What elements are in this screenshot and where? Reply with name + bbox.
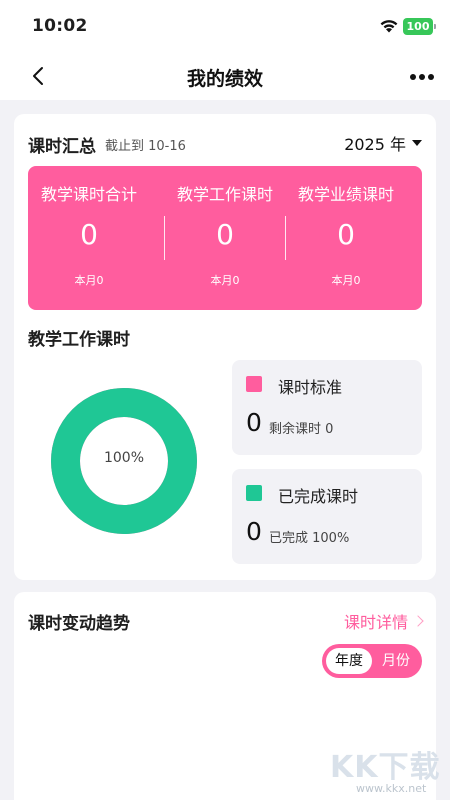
summary-title: 课时汇总: [28, 137, 96, 157]
stat-value: 0: [337, 218, 355, 251]
status-bar: 10:02 100: [0, 0, 450, 52]
legend-name: 课时标准: [278, 378, 343, 397]
pink-swatch-icon: [246, 376, 262, 392]
page-title: 我的绩效: [186, 68, 263, 90]
trend-title: 课时变动趋势: [28, 614, 130, 634]
stat-label: 教学工作课时: [176, 185, 273, 204]
period-toggle[interactable]: 年度 月份: [322, 644, 422, 678]
status-time: 10:02: [32, 16, 88, 36]
stat-total: 教学课时合计 0 本月0: [28, 166, 150, 310]
toggle-month[interactable]: 月份: [374, 648, 418, 674]
summary-date: 截止到 10-16: [105, 139, 186, 154]
year-selector[interactable]: 2025 年: [344, 131, 422, 155]
legend-name: 已完成课时: [278, 487, 359, 506]
legend-completed-hours: 已完成课时 0 已完成 100%: [232, 469, 422, 564]
year-value: 2025 年: [344, 135, 406, 154]
donut-percent-label: 100%: [103, 450, 145, 466]
wifi-icon: [380, 20, 398, 33]
watermark-logo: KK下载 www.kkx.net: [330, 742, 450, 800]
stat-value: 0: [216, 218, 234, 251]
legend-note: 已完成 100%: [269, 531, 350, 546]
legend-note: 剩余课时 0: [269, 422, 334, 437]
battery-indicator: 100: [403, 18, 436, 35]
legend-number: 0: [246, 408, 262, 437]
caret-down-icon: [412, 140, 422, 146]
stats-panel: 教学课时合计 0 本月0 教学工作课时 0 本月0 教学业绩课时 0 本月0: [28, 166, 422, 310]
stat-month: 本月0: [331, 274, 361, 287]
stat-month: 本月0: [210, 274, 240, 287]
stat-work: 教学工作课时 0 本月0: [164, 166, 286, 310]
nav-bar: 我的绩效: [0, 52, 450, 100]
toggle-year[interactable]: 年度: [326, 648, 372, 674]
chevron-right-icon: [412, 615, 424, 627]
watermark-text: KK下载: [330, 750, 441, 785]
stat-label: 教学课时合计: [40, 185, 137, 204]
detail-link-label: 课时详情: [343, 613, 408, 632]
green-swatch-icon: [246, 485, 262, 501]
summary-card: 课时汇总 截止到 10-16 2025 年 教学课时合计 0 本月0 教学工作课…: [14, 114, 436, 580]
watermark-url: www.kkx.net: [356, 782, 427, 795]
legend-standard-hours: 课时标准 0 剩余课时 0: [232, 360, 422, 455]
stat-performance: 教学业绩课时 0 本月0: [285, 166, 407, 310]
more-options-icon[interactable]: [408, 68, 436, 84]
hours-detail-link[interactable]: 课时详情: [343, 609, 424, 633]
work-hours-title: 教学工作课时: [28, 330, 130, 350]
legend-number: 0: [246, 517, 262, 546]
stat-label: 教学业绩课时: [297, 185, 394, 204]
stat-value: 0: [80, 218, 98, 251]
stat-month: 本月0: [74, 274, 104, 287]
